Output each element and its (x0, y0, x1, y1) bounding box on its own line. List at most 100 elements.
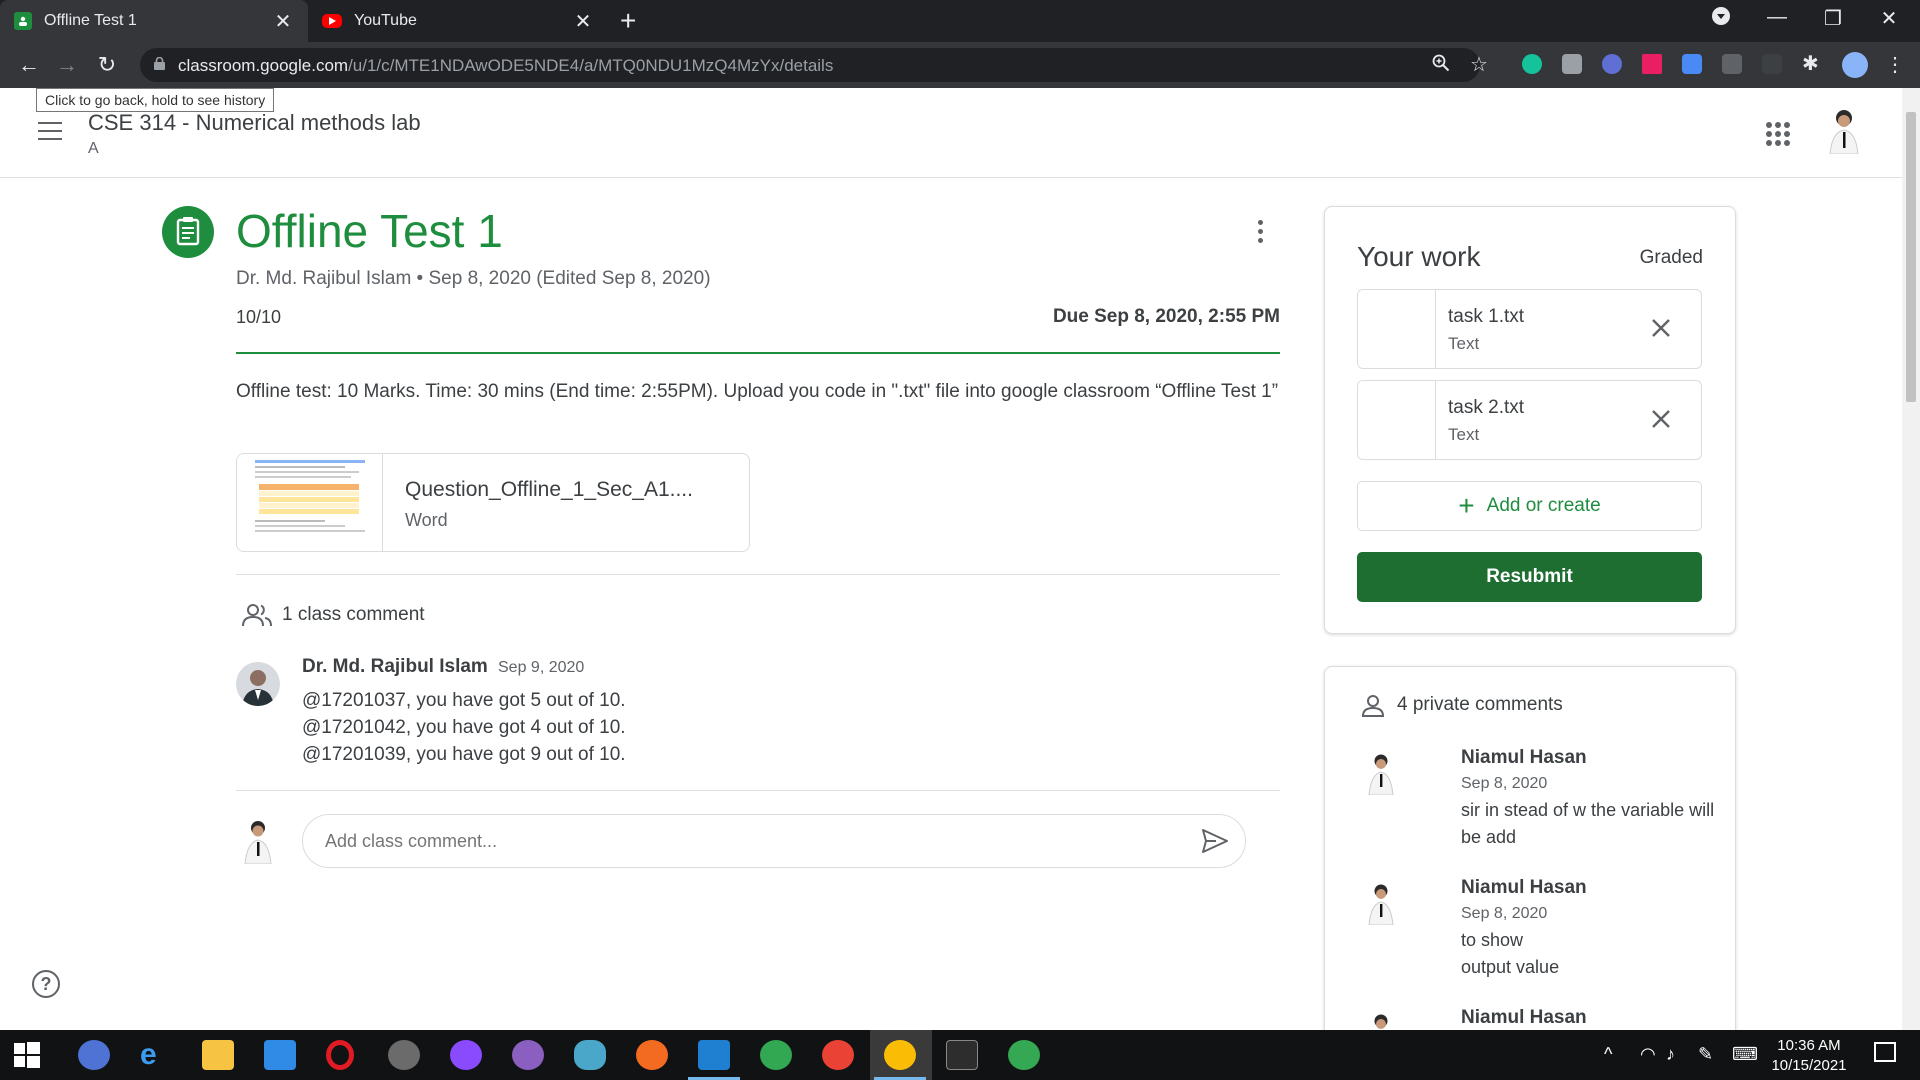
bookmark-star-icon[interactable]: ☆ (1470, 52, 1488, 77)
forward-button[interactable]: → (52, 52, 82, 78)
profile-avatar-icon[interactable] (1842, 52, 1868, 78)
file-explorer-taskbar-icon[interactable] (202, 1040, 234, 1070)
url-path: /u/1/c/MTE1NDAwODE5NDE4/a/MTQ0NDU1MzQ4Mz… (348, 56, 834, 75)
github-desktop-taskbar-icon[interactable] (512, 1040, 544, 1070)
header-divider (236, 352, 1280, 354)
app-taskbar-icon[interactable] (388, 1040, 420, 1070)
comment-line: @17201042, you have got 4 out of 10. (302, 717, 626, 738)
zoom-icon[interactable] (1432, 54, 1450, 77)
notifications-icon[interactable] (1874, 1042, 1896, 1062)
download-extension-icon[interactable] (1682, 54, 1702, 74)
resubmit-button[interactable]: Resubmit (1357, 552, 1702, 602)
windows-taskbar: e ^ ◠ ♪ ✎ ⌨ 10:36 AM 10/15/2021 (0, 1030, 1920, 1080)
chrome-profile-taskbar-icon[interactable] (1008, 1040, 1040, 1070)
tab-close-icon[interactable]: ✕ (572, 9, 594, 34)
your-work-title: Your work (1357, 241, 1481, 272)
more-options-icon[interactable] (1254, 220, 1266, 250)
play-extension-icon[interactable] (1642, 54, 1662, 74)
tab-youtube[interactable]: YouTube ✕ (308, 0, 608, 42)
main-menu-icon[interactable] (38, 122, 62, 140)
assignment-points: 10/10 (236, 307, 282, 327)
url-host: classroom.google.com (178, 56, 349, 75)
private-comments-card: 4 private comments Niamul Hasan Sep 8, 2… (1324, 666, 1736, 1046)
commenter-avatar (1361, 751, 1401, 796)
tab-offline-test[interactable]: Offline Test 1 ✕ (0, 0, 308, 42)
app-taskbar-icon[interactable] (574, 1040, 606, 1070)
lock-icon (154, 57, 165, 70)
assignment-due-date: Due Sep 8, 2020, 2:55 PM (1052, 306, 1280, 327)
class-comments-header[interactable]: 1 class comment (242, 602, 425, 628)
attachment-name: Question_Offline_1_Sec_A1.... (405, 478, 693, 501)
send-icon[interactable] (1200, 826, 1230, 856)
pen-extension-icon[interactable] (1762, 54, 1782, 74)
pen-icon[interactable]: ✎ (1698, 1044, 1713, 1065)
back-button[interactable]: ← (14, 52, 44, 78)
remove-file-icon[interactable] (1647, 405, 1675, 433)
tab-close-icon[interactable]: ✕ (272, 9, 294, 34)
course-title[interactable]: CSE 314 - Numerical methods lab (88, 110, 421, 136)
person-icon (1361, 695, 1385, 717)
file-type: Text (1448, 334, 1480, 353)
reload-button[interactable]: ↻ (92, 52, 122, 78)
vscode-taskbar-icon[interactable] (698, 1040, 730, 1070)
taskbar-clock[interactable]: 10:36 AM 10/15/2021 (1764, 1036, 1854, 1076)
google-apps-icon[interactable] (1766, 122, 1790, 146)
edge-taskbar-icon[interactable]: e (140, 1040, 172, 1070)
attachment-thumbnail (237, 454, 383, 551)
terminal-taskbar-icon[interactable] (946, 1040, 978, 1070)
add-or-create-button[interactable]: + Add or create (1357, 481, 1702, 531)
chrome-active-taskbar-icon[interactable] (884, 1040, 916, 1070)
submitted-file[interactable]: task 2.txt Text (1357, 380, 1702, 460)
submitted-file[interactable]: task 1.txt Text (1357, 289, 1702, 369)
new-tab-button[interactable]: + (620, 6, 636, 36)
commenter-avatar (1361, 881, 1401, 926)
qbittorrent-taskbar-icon[interactable] (78, 1040, 110, 1070)
messenger-taskbar-icon[interactable] (450, 1040, 482, 1070)
grammarly-extension-icon[interactable] (1522, 54, 1542, 74)
tab-search-icon[interactable] (1698, 6, 1744, 32)
account-avatar[interactable] (1822, 106, 1866, 155)
chrome-taskbar-icon[interactable] (822, 1040, 854, 1070)
youtube-favicon-icon (322, 14, 342, 28)
windows-start-icon[interactable] (14, 1042, 40, 1068)
attachment-card[interactable]: Question_Offline_1_Sec_A1.... Word (236, 453, 750, 552)
attachment-type: Word (405, 510, 448, 530)
comment-author: Niamul Hasan (1461, 1007, 1587, 1028)
url-text: classroom.google.com/u/1/c/MTE1NDAwODE5N… (178, 56, 833, 76)
show-hidden-icons[interactable]: ^ (1604, 1044, 1612, 1065)
file-type: Text (1448, 425, 1480, 444)
browser-menu-icon[interactable]: ⋮ (1880, 52, 1910, 78)
comment-author: Niamul Hasan (1461, 747, 1587, 768)
comment-date: Sep 8, 2020 (1461, 775, 1548, 792)
assignment-title: Offline Test 1 (236, 205, 503, 257)
file-name: task 1.txt (1448, 306, 1525, 327)
remove-file-icon[interactable] (1647, 314, 1675, 342)
comment-author: Dr. Md. Rajibul Islam (302, 656, 488, 677)
minimize-icon[interactable]: — (1754, 6, 1800, 29)
scrollbar-thumb[interactable] (1906, 112, 1916, 402)
classroom-favicon-icon (14, 12, 32, 30)
file-thumbnail (1358, 381, 1436, 459)
mail-taskbar-icon[interactable] (264, 1040, 296, 1070)
help-icon[interactable]: ? (32, 970, 60, 998)
keyboard-icon[interactable]: ⌨ (1732, 1044, 1758, 1065)
volume-icon[interactable]: ♪ (1666, 1044, 1675, 1065)
people-icon (242, 604, 272, 627)
opera-taskbar-icon[interactable] (326, 1040, 354, 1070)
back-tooltip: Click to go back, hold to see history (36, 88, 275, 112)
private-comments-count: 4 private comments (1397, 694, 1563, 715)
firefox-taskbar-icon[interactable] (636, 1040, 668, 1070)
address-bar[interactable]: classroom.google.com/u/1/c/MTE1NDAwODE5N… (140, 48, 1488, 82)
page-scrollbar[interactable] (1902, 88, 1920, 1030)
screen-extension-icon[interactable] (1722, 54, 1742, 74)
extensions-puzzle-icon[interactable]: ✱ (1802, 54, 1822, 74)
vpn-extension-icon[interactable] (1602, 54, 1622, 74)
app-taskbar-icon[interactable] (760, 1040, 792, 1070)
comments-divider (236, 790, 1280, 791)
camera-extension-icon[interactable] (1562, 54, 1582, 74)
window-close-icon[interactable]: ✕ (1866, 6, 1912, 31)
wifi-icon[interactable]: ◠ (1640, 1044, 1656, 1065)
tab-title: Offline Test 1 (44, 12, 137, 29)
restore-icon[interactable]: ❐ (1810, 6, 1856, 31)
class-comment-input[interactable] (302, 814, 1246, 868)
